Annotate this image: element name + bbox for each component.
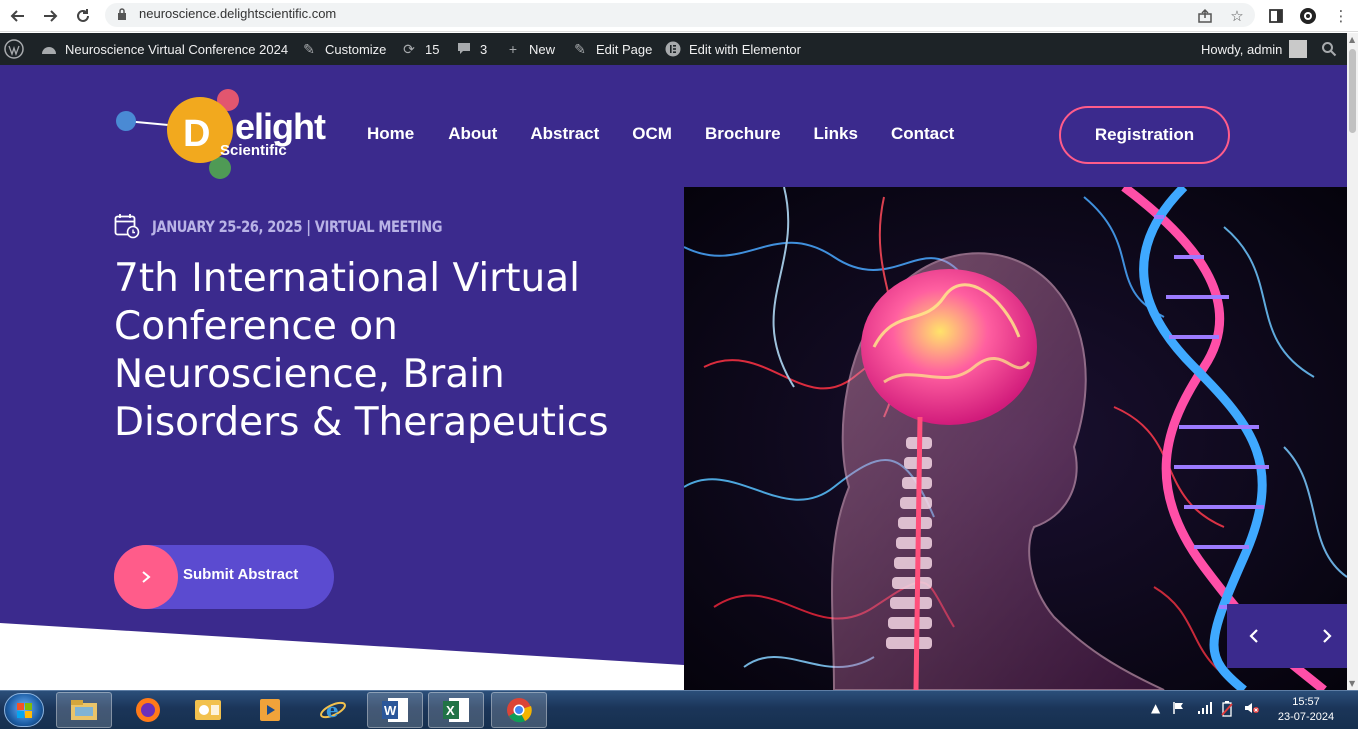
tray-volume-muted-icon[interactable] [1244, 701, 1260, 718]
menu-home[interactable]: Home [367, 124, 414, 144]
adminbar-edit-page[interactable]: ✎ Edit Page [571, 33, 652, 65]
share-icon[interactable] [1193, 4, 1217, 28]
main-menu: Home About Abstract OCM Brochure Links C… [367, 124, 954, 144]
taskbar-excel-icon[interactable]: X [428, 692, 484, 728]
svg-text:W: W [384, 703, 397, 718]
site-name-label: Neuroscience Virtual Conference 2024 [65, 41, 289, 57]
scroll-down-icon[interactable]: ▼ [1349, 679, 1355, 688]
avatar [1289, 40, 1308, 58]
wp-admin-bar: Neuroscience Virtual Conference 2024 ✎ C… [0, 33, 1347, 65]
taskbar-firefox-icon[interactable] [120, 692, 176, 728]
elementor-icon [664, 40, 682, 58]
conference-title: 7th International Virtual Conference on … [114, 256, 609, 445]
lock-icon [118, 8, 126, 20]
clock-time: 15:57 [1292, 696, 1320, 708]
chevron-left-icon[interactable] [1242, 622, 1266, 650]
updates-count: 15 [425, 41, 440, 57]
hero-section: D Delight Scientific Home About Abstract… [0, 65, 1347, 690]
adminbar-updates[interactable]: ⟳ 15 [400, 33, 439, 65]
event-date: JANUARY 25-26, 2025 | VIRTUAL MEETING [152, 216, 443, 236]
taskbar-word-icon[interactable]: W [367, 692, 423, 728]
tray-flag-icon[interactable] [1172, 701, 1186, 718]
edit-elementor-label: Edit with Elementor [689, 41, 801, 57]
menu-abstract[interactable]: Abstract [530, 124, 599, 144]
svg-text:e: e [326, 698, 339, 722]
registration-button[interactable]: Registration [1059, 106, 1230, 164]
clock-date: 23-07-2024 [1277, 711, 1335, 723]
reload-icon[interactable] [71, 4, 95, 28]
star-icon[interactable]: ☆ [1225, 4, 1249, 28]
svg-text:X: X [446, 703, 455, 718]
site-logo[interactable]: D Delight Scientific [114, 88, 326, 183]
dashboard-icon [40, 40, 58, 58]
adminbar-comments[interactable]: 3 [455, 33, 487, 65]
chevron-right-icon [114, 545, 178, 609]
submit-abstract-label: Submit Abstract [183, 566, 299, 583]
taskbar-explorer-icon[interactable] [56, 692, 112, 728]
profile-icon[interactable] [1296, 4, 1320, 28]
pencil-icon: ✎ [574, 40, 586, 57]
new-label: New [529, 41, 556, 57]
windows-logo-icon [17, 703, 32, 718]
edit-page-label: Edit Page [596, 41, 653, 57]
taskbar-clock[interactable]: 15:57 23-07-2024 [1266, 695, 1346, 725]
start-button[interactable] [4, 693, 44, 727]
forward-arrow-icon[interactable] [38, 4, 62, 28]
plus-icon: + [508, 41, 518, 57]
calendar-icon [114, 214, 140, 239]
taskbar-media-player-icon[interactable] [242, 692, 298, 728]
browser-toolbar: neuroscience.delightscientific.com ☆ ⋮ [0, 0, 1358, 32]
tray-battery-icon[interactable] [1220, 701, 1234, 720]
howdy-label: Howdy, admin [1201, 41, 1283, 57]
slider-controls [1227, 604, 1347, 668]
wordpress-logo-icon[interactable] [4, 33, 24, 65]
menu-about[interactable]: About [448, 124, 497, 144]
sidepanel-icon[interactable] [1264, 4, 1288, 28]
back-arrow-icon[interactable] [6, 4, 30, 28]
submit-abstract-button[interactable]: Submit Abstract [114, 545, 334, 609]
logo-word-rest: elight [235, 106, 326, 147]
windows-taskbar: e W X ▲ 15:57 23-07-2024 [0, 690, 1358, 729]
taskbar-internet-explorer-icon[interactable]: e [305, 692, 361, 728]
event-date-line: JANUARY 25-26, 2025 | VIRTUAL MEETING [114, 213, 506, 239]
menu-dots-icon[interactable]: ⋮ [1329, 4, 1353, 28]
menu-links[interactable]: Links [814, 124, 858, 144]
adminbar-customize[interactable]: ✎ Customize [300, 33, 386, 65]
scrollbar-thumb[interactable] [1349, 49, 1356, 133]
tray-expand-icon[interactable]: ▲ [1151, 701, 1160, 715]
adminbar-account[interactable]: Howdy, admin [1201, 33, 1308, 65]
scroll-up-icon[interactable]: ▲ [1349, 35, 1355, 44]
adminbar-site-name[interactable]: Neuroscience Virtual Conference 2024 [40, 33, 288, 65]
taskbar-outlook-icon[interactable] [180, 692, 236, 728]
logo-subtitle: Scientific [220, 142, 287, 159]
url-text: neuroscience.delightscientific.com [139, 6, 337, 21]
adminbar-edit-elementor[interactable]: Edit with Elementor [664, 33, 801, 65]
comments-count: 3 [480, 41, 488, 57]
tray-network-icon[interactable] [1197, 701, 1213, 718]
chevron-right-icon[interactable] [1315, 622, 1339, 650]
menu-ocm[interactable]: OCM [632, 124, 672, 144]
adminbar-new[interactable]: + New [504, 33, 555, 65]
updates-icon: ⟳ [403, 40, 415, 57]
customize-label: Customize [325, 41, 387, 57]
address-bar[interactable]: neuroscience.delightscientific.com [105, 3, 1255, 27]
taskbar-chrome-icon[interactable] [491, 692, 547, 728]
paintbrush-icon: ✎ [303, 40, 315, 57]
menu-brochure[interactable]: Brochure [705, 124, 781, 144]
svg-text:D: D [183, 113, 210, 155]
comment-icon [455, 40, 473, 58]
adminbar-search-icon[interactable] [1321, 33, 1337, 65]
page-scrollbar[interactable]: ▲ ▼ [1347, 33, 1358, 690]
menu-contact[interactable]: Contact [891, 124, 954, 144]
